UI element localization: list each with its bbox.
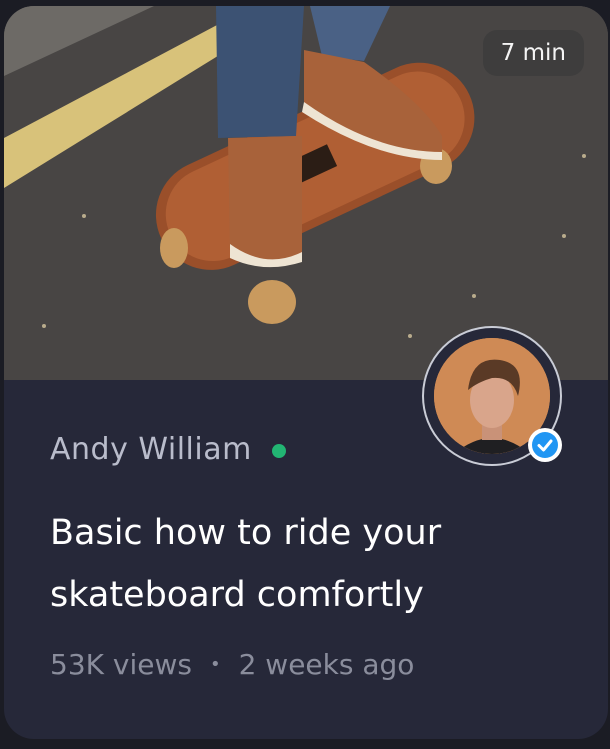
- video-meta: 53K views • 2 weeks ago: [50, 648, 414, 681]
- duration-badge: 7 min: [482, 30, 584, 76]
- check-icon: [537, 439, 553, 452]
- view-count: 53K views: [50, 648, 192, 681]
- verified-badge: [528, 428, 562, 462]
- video-title[interactable]: Basic how to ride your skateboard comfor…: [50, 502, 550, 626]
- posted-time: 2 weeks ago: [238, 648, 415, 681]
- author-avatar[interactable]: [422, 326, 562, 466]
- author-row: Andy William: [50, 432, 286, 467]
- video-card[interactable]: 7 min Andy William Basic how to ride you…: [4, 6, 608, 739]
- author-name[interactable]: Andy William: [50, 432, 252, 467]
- meta-separator: •: [209, 654, 221, 675]
- online-status-dot: [271, 443, 286, 458]
- video-thumbnail[interactable]: 7 min: [4, 6, 608, 380]
